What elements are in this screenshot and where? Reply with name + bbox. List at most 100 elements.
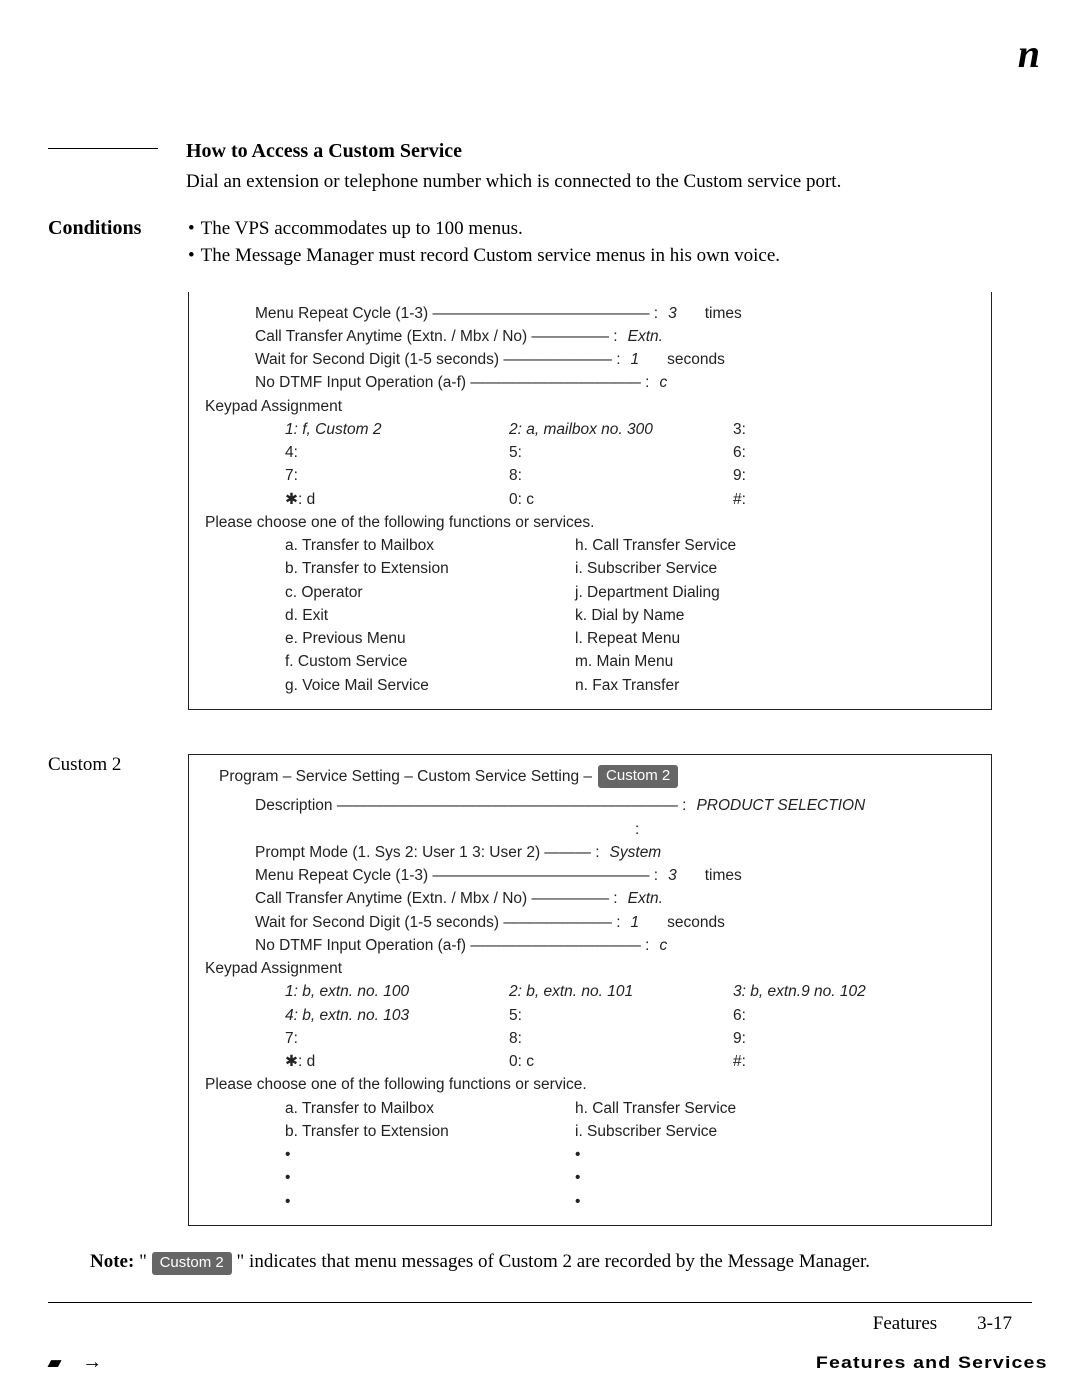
- p1-fn-c: c. Operator: [285, 581, 545, 604]
- p2-call-transfer-label: Call Transfer Anytime (Extn. / Mbx / No)…: [255, 887, 618, 910]
- p1-menu-repeat-unit: times: [705, 302, 742, 325]
- p1-kp-5: 5:: [509, 441, 709, 464]
- p1-kp-8: 8:: [509, 464, 709, 487]
- conditions-label: Conditions: [48, 217, 168, 240]
- p2-kp-6: 6:: [733, 1004, 933, 1027]
- p1-dtmf-val: c: [659, 371, 667, 394]
- p1-kp-star: ✱: d: [285, 488, 485, 511]
- p1-wait-unit: seconds: [667, 348, 725, 371]
- bullet-1: The VPS accommodates up to 100 menus.: [201, 215, 523, 243]
- intro-text: Dial an extension or telephone number wh…: [186, 169, 1032, 195]
- p1-dtmf-label: No DTMF Input Operation (a-f) ——————————…: [255, 371, 649, 394]
- p2-kp-0: 0: c: [509, 1050, 709, 1073]
- footer-page: 3-17: [977, 1313, 1012, 1335]
- p2-dots-a2: •: [285, 1166, 545, 1189]
- p2-dots-a1: •: [285, 1143, 545, 1166]
- p2-choose: Please choose one of the following funct…: [205, 1073, 975, 1096]
- p2-dots-b2: •: [575, 1166, 835, 1189]
- p2-kp-hash: #:: [733, 1050, 933, 1073]
- p1-kp-6: 6:: [733, 441, 933, 464]
- p1-fn-g: g. Voice Mail Service: [285, 674, 545, 697]
- p1-kp-1: 1: f, Custom 2: [285, 418, 485, 441]
- p1-fn-k: k. Dial by Name: [575, 604, 835, 627]
- p2-menu-repeat-val: 3: [668, 864, 677, 887]
- p1-fn-e: e. Previous Menu: [285, 627, 545, 650]
- custom2-label: Custom 2: [48, 754, 170, 776]
- p1-call-transfer-val: Extn.: [628, 325, 663, 348]
- p2-wait-label: Wait for Second Digit (1-5 seconds) ————…: [255, 911, 621, 934]
- p2-prompt-val: System: [610, 841, 662, 864]
- panel-custom1: Menu Repeat Cycle (1-3) —————————————— :…: [188, 292, 992, 710]
- note-badge: Custom 2: [152, 1252, 232, 1276]
- p2-menu-repeat-unit: times: [705, 864, 742, 887]
- p2-fn-h: h. Call Transfer Service: [575, 1097, 835, 1120]
- note-suffix: " indicates that menu messages of Custom…: [237, 1251, 871, 1272]
- panel-custom2: Program – Service Setting – Custom Servi…: [188, 754, 992, 1226]
- p2-keypad-title: Keypad Assignment: [205, 957, 975, 980]
- p2-kp-1: 1: b, extn. no. 100: [285, 980, 485, 1003]
- p2-kp-7: 7:: [285, 1027, 485, 1050]
- p2-fn-i: i. Subscriber Service: [575, 1120, 835, 1143]
- p1-kp-9: 9:: [733, 464, 933, 487]
- p2-kp-5: 5:: [509, 1004, 709, 1027]
- p2-dtmf-label: No DTMF Input Operation (a-f) ——————————…: [255, 934, 649, 957]
- p2-desc-label: Description —————————————————————— :: [255, 794, 686, 817]
- p2-desc-val: PRODUCT SELECTION: [696, 794, 865, 817]
- section-mark: [48, 148, 158, 149]
- bullet-dot: •: [188, 242, 195, 270]
- p1-fn-m: m. Main Menu: [575, 650, 835, 673]
- footer-features: Features: [873, 1313, 937, 1335]
- p1-kp-2: 2: a, mailbox no. 300: [509, 418, 709, 441]
- footer-blob-icon: ▰: [48, 1353, 62, 1373]
- p1-kp-3: 3:: [733, 418, 933, 441]
- p1-fn-l: l. Repeat Menu: [575, 627, 835, 650]
- section-title: How to Access a Custom Service: [186, 140, 1032, 163]
- footer-arrow-icon: →: [82, 1351, 103, 1374]
- bullet-dot: •: [188, 215, 195, 243]
- note-label: Note:: [90, 1251, 134, 1272]
- p2-program-prefix: Program – Service Setting – Custom Servi…: [219, 765, 592, 788]
- p2-program-badge: Custom 2: [598, 765, 678, 789]
- p2-dtmf-val: c: [659, 934, 667, 957]
- p2-kp-2: 2: b, extn. no. 101: [509, 980, 709, 1003]
- p1-fn-b: b. Transfer to Extension: [285, 557, 545, 580]
- p1-menu-repeat-label: Menu Repeat Cycle (1-3) —————————————— :: [255, 302, 658, 325]
- p1-keypad-title: Keypad Assignment: [205, 395, 975, 418]
- footer-rule: [48, 1302, 1032, 1303]
- p2-kp-8: 8:: [509, 1027, 709, 1050]
- p1-fn-a: a. Transfer to Mailbox: [285, 534, 545, 557]
- footer-band: Features and Services: [815, 1353, 1047, 1373]
- p1-fn-j: j. Department Dialing: [575, 581, 835, 604]
- p2-kp-star: ✱: d: [285, 1050, 485, 1073]
- p1-kp-0: 0: c: [509, 488, 709, 511]
- p1-call-transfer-label: Call Transfer Anytime (Extn. / Mbx / No)…: [255, 325, 618, 348]
- p2-kp-9: 9:: [733, 1027, 933, 1050]
- p1-choose: Please choose one of the following funct…: [205, 511, 975, 534]
- p1-wait-label: Wait for Second Digit (1-5 seconds) ————…: [255, 348, 621, 371]
- p2-fn-b: b. Transfer to Extension: [285, 1120, 545, 1143]
- p2-prompt-label: Prompt Mode (1. Sys 2: User 1 3: User 2)…: [255, 841, 600, 864]
- note-prefix: ": [139, 1251, 152, 1272]
- p2-kp-4: 4: b, extn. no. 103: [285, 1004, 485, 1027]
- p1-fn-f: f. Custom Service: [285, 650, 545, 673]
- p1-kp-hash: #:: [733, 488, 933, 511]
- p2-call-transfer-val: Extn.: [628, 887, 663, 910]
- p1-wait-val: 1: [631, 348, 640, 371]
- p1-fn-h: h. Call Transfer Service: [575, 534, 835, 557]
- p2-kp-3: 3: b, extn.9 no. 102: [733, 980, 933, 1003]
- p2-fn-a: a. Transfer to Mailbox: [285, 1097, 545, 1120]
- p1-fn-d: d. Exit: [285, 604, 545, 627]
- logo-mark: n: [1018, 30, 1040, 77]
- bullet-2: The Message Manager must record Custom s…: [201, 242, 780, 270]
- p2-dots-b3: •: [575, 1190, 835, 1213]
- p1-fn-n: n. Fax Transfer: [575, 674, 835, 697]
- p1-fn-i: i. Subscriber Service: [575, 557, 835, 580]
- p2-wait-unit: seconds: [667, 911, 725, 934]
- p2-dots-a3: •: [285, 1190, 545, 1213]
- p1-kp-4: 4:: [285, 441, 485, 464]
- p2-menu-repeat-label: Menu Repeat Cycle (1-3) —————————————— :: [255, 864, 658, 887]
- p1-kp-7: 7:: [285, 464, 485, 487]
- p2-dots-b1: •: [575, 1143, 835, 1166]
- p2-wait-val: 1: [631, 911, 640, 934]
- p1-menu-repeat-val: 3: [668, 302, 677, 325]
